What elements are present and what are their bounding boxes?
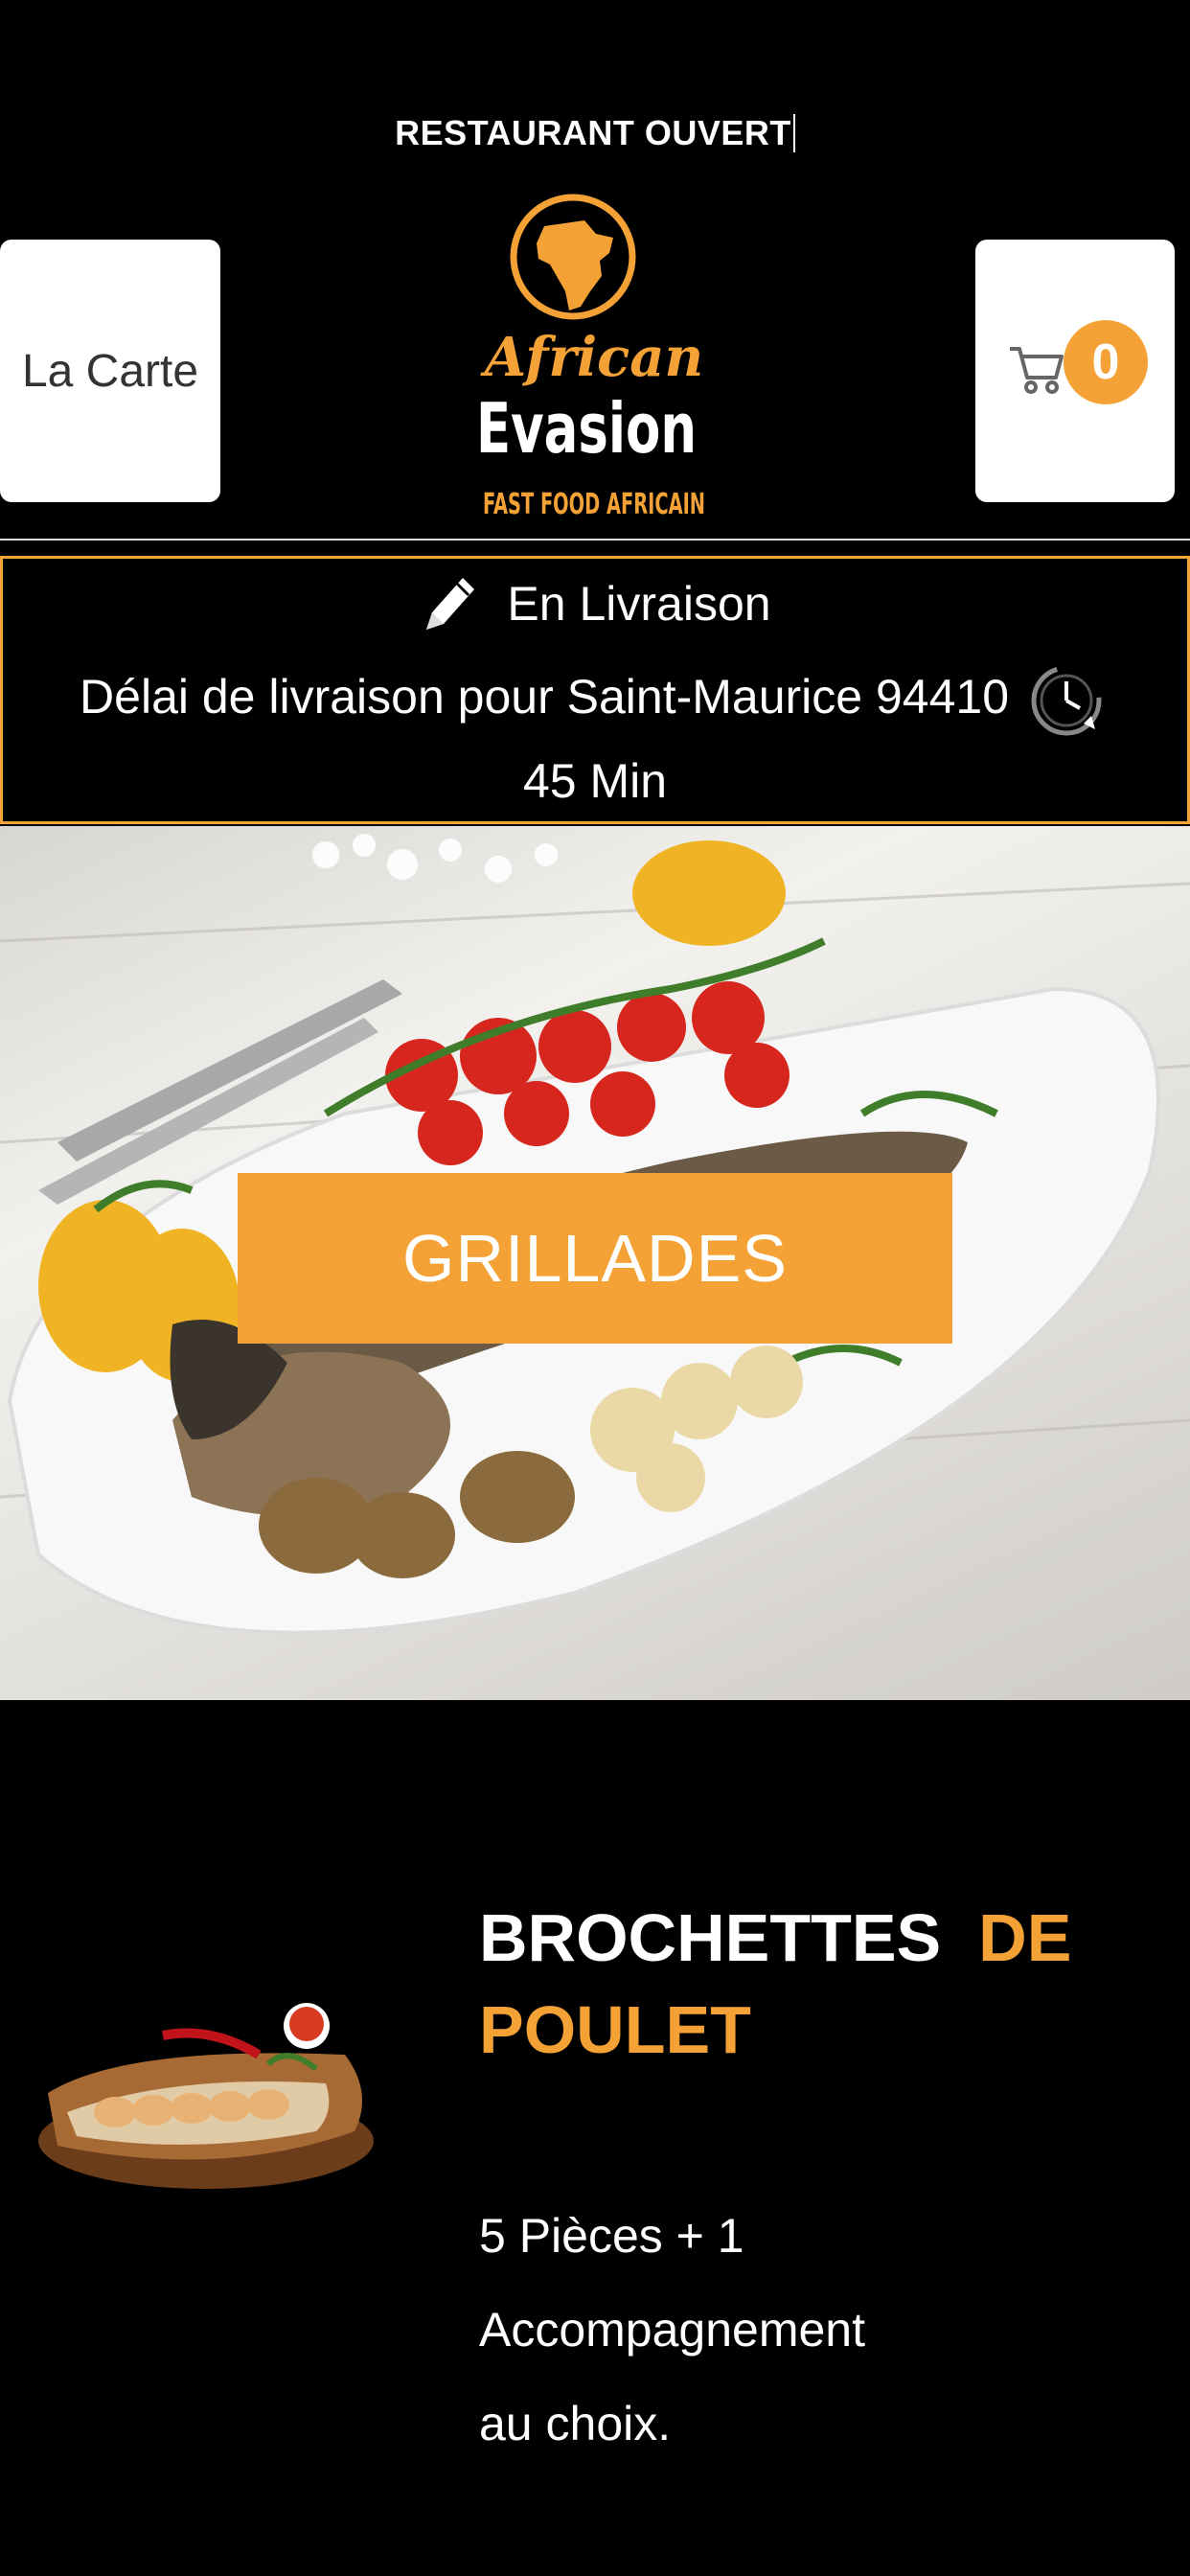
logo-line1: African xyxy=(480,326,703,389)
delivery-mode-row[interactable]: En Livraison xyxy=(3,570,1187,637)
cart-icon xyxy=(1010,347,1064,394)
restaurant-logo[interactable]: African Evasion FAST FOOD AFRICAIN xyxy=(469,184,719,529)
delivery-info-panel[interactable]: En Livraison Délai de livraison pour Sai… xyxy=(0,556,1190,824)
product-description: 5 Pièces + 1 Accompagnement au choix. xyxy=(479,2209,866,2450)
africa-map-icon xyxy=(537,220,613,310)
product-title: BROCHETTES DE POULET xyxy=(479,1892,1150,2076)
delivery-delay-text: Délai de livraison pour Saint-Maurice 94… xyxy=(60,655,1130,823)
product-card[interactable]: BROCHETTES DE POULET 5 Pièces + 1 Accomp… xyxy=(0,1700,1190,2576)
pencil-icon[interactable] xyxy=(419,570,478,637)
delivery-mode-label: En Livraison xyxy=(507,577,771,631)
cart-button[interactable]: 0 xyxy=(975,240,1175,502)
header-divider xyxy=(0,539,1190,540)
menu-button-label: La Carte xyxy=(21,345,199,397)
clock-icon xyxy=(1031,665,1102,736)
status-text: RESTAURANT OUVERT xyxy=(395,113,791,152)
delivery-delay-unit: Min xyxy=(589,754,668,808)
category-hero[interactable]: GRILLADES xyxy=(0,826,1190,1700)
restaurant-status: RESTAURANT OUVERT xyxy=(0,113,1190,153)
text-caret xyxy=(792,114,795,152)
chicken-skewers-photo xyxy=(38,2003,374,2189)
delivery-delay-label: Délai de livraison pour Saint-Maurice 94… xyxy=(80,670,1010,724)
logo-tagline: FAST FOOD AFRICAIN xyxy=(483,488,705,521)
product-title-part1: BROCHETTES xyxy=(479,1900,942,1975)
category-button-grillades[interactable]: GRILLADES xyxy=(238,1173,952,1344)
delivery-delay-value: 45 xyxy=(522,754,577,808)
logo-line2: Evasion xyxy=(476,388,697,469)
menu-button[interactable]: La Carte xyxy=(0,240,220,502)
cart-count-badge: 0 xyxy=(1064,320,1148,404)
